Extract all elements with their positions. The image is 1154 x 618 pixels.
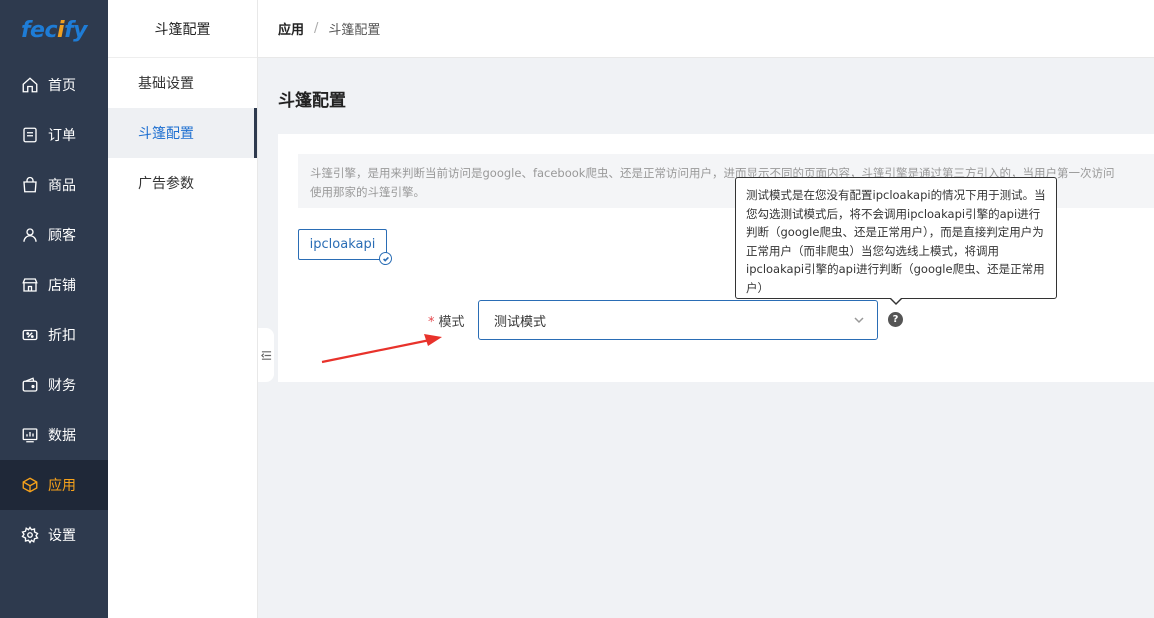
- engine-tag-ipcloakapi[interactable]: ipcloakapi: [298, 229, 392, 265]
- sidebar-item-data[interactable]: 数据: [0, 410, 108, 460]
- collapse-icon: [260, 350, 271, 360]
- wallet-icon: [20, 375, 40, 395]
- home-icon: [20, 75, 40, 95]
- sidebar-item-orders[interactable]: 订单: [0, 110, 108, 160]
- sidebar-item-label: 订单: [48, 128, 76, 144]
- store-icon: [20, 275, 40, 295]
- subnav-item-basic-settings[interactable]: 基础设置: [108, 58, 257, 108]
- sidebar-item-label: 店铺: [48, 278, 76, 294]
- gear-icon: [20, 525, 40, 545]
- chevron-down-icon: [853, 314, 865, 326]
- sidebar-item-products[interactable]: 商品: [0, 160, 108, 210]
- breadcrumb-separator: /: [314, 21, 319, 36]
- sidebar-item-label: 首页: [48, 78, 76, 94]
- top-header: 应用 / 斗篷配置: [258, 0, 1154, 58]
- sidebar-item-label: 数据: [48, 428, 76, 444]
- logo-text: fecify: [20, 17, 88, 43]
- user-icon: [20, 225, 40, 245]
- engine-tag-label: ipcloakapi: [309, 237, 376, 252]
- sidebar-item-label: 顾客: [48, 228, 76, 244]
- sidebar-item-apps[interactable]: 应用: [0, 460, 108, 510]
- sidebar-item-label: 设置: [48, 528, 76, 544]
- sidebar-item-discount[interactable]: 折扣: [0, 310, 108, 360]
- breadcrumb-current: 斗篷配置: [328, 23, 381, 38]
- sidebar-item-label: 应用: [48, 478, 76, 494]
- sidebar-item-settings[interactable]: 设置: [0, 510, 108, 560]
- secondary-sidebar: 斗篷配置 基础设置 斗篷配置 广告参数: [108, 0, 258, 618]
- mode-help-tooltip: 测试模式是在您没有配置ipcloakapi的情况下用于测试。当您勾选测试模式后，…: [735, 177, 1057, 299]
- mode-select-value: 测试模式: [494, 314, 547, 330]
- mode-field-label: * 模式: [428, 315, 465, 330]
- sidebar-item-label: 商品: [48, 178, 76, 194]
- sidebar-item-customers[interactable]: 顾客: [0, 210, 108, 260]
- order-icon: [20, 125, 40, 145]
- mode-select[interactable]: 测试模式: [478, 300, 878, 340]
- subnav-item-cloak-config[interactable]: 斗篷配置: [108, 108, 257, 158]
- discount-icon: [20, 325, 40, 345]
- sidebar-item-label: 财务: [48, 378, 76, 394]
- sidebar-item-home[interactable]: 首页: [0, 60, 108, 110]
- subnav-title: 斗篷配置: [108, 0, 257, 58]
- sidebar-item-store[interactable]: 店铺: [0, 260, 108, 310]
- tooltip-arrow-inner: [890, 297, 902, 303]
- shopping-bag-icon: [20, 175, 40, 195]
- required-mark: *: [428, 315, 435, 330]
- page-title: 斗篷配置: [278, 91, 346, 111]
- check-icon: [379, 252, 392, 265]
- help-icon[interactable]: ?: [888, 312, 903, 327]
- subnav-item-ad-params[interactable]: 广告参数: [108, 158, 257, 208]
- breadcrumb-root[interactable]: 应用: [278, 19, 304, 38]
- main-sidebar: fecify 首页 订单 商品 顾客 店铺 折扣 财务 数据 应用 设置: [0, 0, 108, 618]
- logo[interactable]: fecify: [0, 0, 108, 60]
- sidebar-item-label: 折扣: [48, 328, 76, 344]
- box-icon: [20, 475, 40, 495]
- sidebar-item-finance[interactable]: 财务: [0, 360, 108, 410]
- annotation-arrow-icon: [321, 334, 442, 364]
- collapse-sidebar-button[interactable]: [258, 328, 274, 382]
- chart-icon: [20, 425, 40, 445]
